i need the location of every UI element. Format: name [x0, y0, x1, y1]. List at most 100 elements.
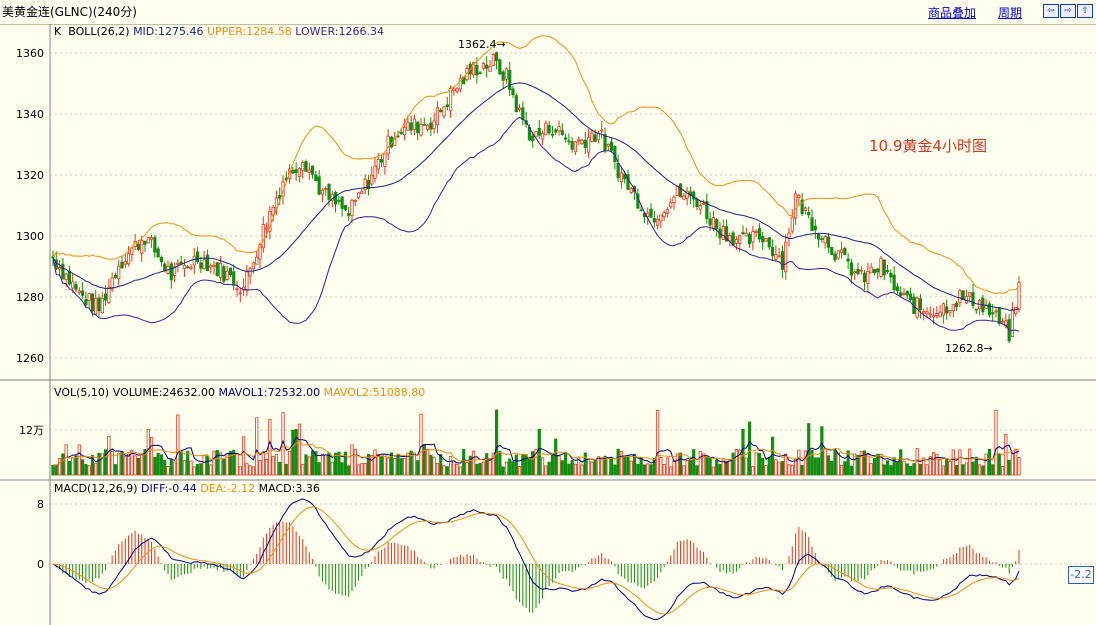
volume-bar [974, 456, 978, 476]
volume-bar [393, 457, 397, 476]
volume-bar [659, 456, 663, 476]
candle-body [199, 262, 203, 269]
volume-bar [212, 450, 216, 476]
volume-bar [235, 452, 239, 476]
candle-body [843, 247, 847, 255]
volume-bar [961, 464, 965, 476]
volume-bar [994, 409, 998, 476]
candle-body [337, 199, 341, 202]
volume-bar [899, 449, 903, 476]
volume-bar [475, 463, 479, 476]
candle-body [859, 269, 863, 272]
vol-label: VOL(5,10) [54, 386, 110, 399]
volume-bar [442, 465, 446, 476]
volume-bar [764, 465, 768, 476]
candle-body [616, 162, 620, 179]
macd-value: MACD:3.36 [258, 482, 320, 495]
candle-body [488, 66, 492, 72]
volume-bar [590, 461, 594, 476]
candle-body [764, 238, 768, 242]
volume-bar [383, 454, 387, 476]
candle-body [271, 206, 275, 216]
candle-body [629, 188, 633, 194]
candle-body [61, 263, 65, 280]
candle-body [882, 259, 886, 276]
candle-body [544, 122, 548, 136]
candle-body [682, 195, 686, 200]
price-tick-label: 1260 [16, 352, 44, 365]
indicator-lines [52, 35, 1020, 621]
volume-bar [517, 466, 522, 476]
volume-bar [179, 450, 183, 476]
candle-body [333, 191, 338, 205]
diff-value: DIFF:-0.44 [141, 482, 197, 495]
candle-body [57, 267, 62, 270]
volume-bar [274, 454, 279, 476]
candle-body [350, 199, 354, 216]
candle-body [649, 208, 653, 218]
candle-body [892, 274, 896, 291]
candle-body [84, 299, 88, 306]
volume-bar [363, 462, 367, 476]
volume-bar [649, 464, 653, 476]
candle-body [715, 219, 719, 230]
candle-body [905, 290, 909, 296]
volume-bar [169, 458, 173, 476]
candle-body [941, 303, 946, 316]
candle-body [255, 256, 259, 265]
volume-bar [291, 429, 295, 476]
volume-bar [540, 457, 545, 476]
candle-body [353, 200, 357, 202]
candle-body [123, 260, 127, 265]
candle-body [399, 132, 403, 135]
volume-bar [800, 464, 804, 476]
candle-body [738, 234, 742, 244]
candle-body [731, 232, 735, 246]
candle-body [777, 255, 781, 258]
candle-body [511, 88, 515, 96]
candle-body [876, 268, 880, 273]
candle-body [951, 303, 955, 311]
candle-body [554, 129, 558, 133]
candle-body [839, 249, 844, 254]
candle-body [918, 298, 923, 311]
candle-body [71, 281, 75, 289]
candle-body [439, 109, 443, 113]
candle-body [517, 107, 522, 110]
candle-body [140, 239, 144, 254]
candle-body [1014, 307, 1018, 315]
high-marker: 1362.4→ [458, 38, 506, 51]
volume-bar [448, 455, 453, 476]
candle-body [807, 211, 811, 216]
volume-bar [915, 448, 919, 476]
volume-bar [445, 466, 449, 476]
volume-bar [527, 457, 532, 476]
volume-bar [379, 456, 384, 476]
volume-bar [317, 462, 321, 476]
volume-bar [941, 465, 946, 476]
candle-body [235, 288, 239, 291]
volume-bar [987, 448, 992, 476]
candle-body [504, 68, 509, 80]
candle-body [97, 297, 101, 312]
price-tick-label: 1360 [16, 47, 44, 60]
candle-body [550, 133, 555, 136]
candle-body [475, 64, 479, 76]
candle-body [146, 237, 150, 244]
candle-body [225, 270, 229, 280]
volume-bar [199, 463, 203, 476]
volume-bar [866, 454, 870, 476]
candle-body [327, 183, 331, 200]
volume-bar [823, 448, 827, 476]
candle-body [80, 290, 85, 296]
volume-bar [356, 464, 361, 476]
volume-bar [619, 450, 624, 476]
volume-bar [744, 457, 748, 476]
volume-bar [816, 457, 821, 476]
candle-body [741, 232, 745, 234]
volume-bar [248, 465, 252, 476]
volume-bar [370, 454, 374, 476]
volume-bar [908, 465, 913, 476]
candle-body [310, 165, 315, 175]
volume-bar [741, 428, 745, 476]
